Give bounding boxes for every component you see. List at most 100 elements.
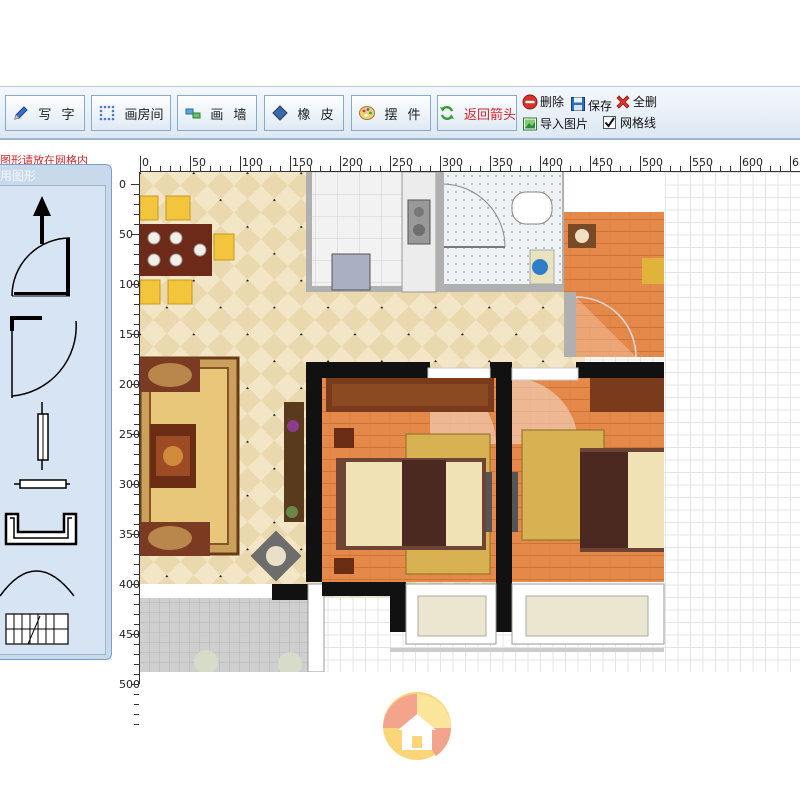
- ruler-minor-tick: [134, 624, 139, 625]
- ruler-minor-tick: [134, 454, 139, 455]
- palette-shapes: [0, 185, 106, 655]
- floppy-disk-icon: [571, 96, 585, 111]
- ruler-minor-tick: [134, 544, 139, 545]
- ruler-tick-mark: [290, 156, 291, 172]
- image-icon: [523, 117, 537, 130]
- ruler-minor-tick: [134, 474, 139, 475]
- ruler-minor-tick: [131, 434, 139, 435]
- write-text-button[interactable]: 写 字: [5, 95, 85, 131]
- draw-room-button[interactable]: 画房间: [91, 95, 171, 131]
- ruler-tick-mark: [640, 156, 641, 172]
- eraser-label: 橡 皮: [297, 107, 337, 123]
- drawing-canvas[interactable]: [140, 172, 800, 672]
- ruler-minor-tick: [134, 554, 139, 555]
- ruler-minor-tick: [134, 464, 139, 465]
- wall-corner-shape[interactable]: [10, 316, 77, 398]
- grid-lines-toggle[interactable]: 网格线: [602, 114, 656, 131]
- toolbar: 写 字 画房间 画 墙 橡 皮 摆 件 返回箭头 删除 保存 全删 导入图片 网…: [0, 86, 800, 140]
- ruler-minor-tick: [131, 534, 139, 535]
- ruler-tick-mark: [190, 156, 191, 172]
- ruler-minor-tick: [134, 564, 139, 565]
- ruler-minor-tick: [131, 284, 139, 285]
- ruler-minor-tick: [134, 514, 139, 515]
- minus-circle-icon: [522, 94, 538, 109]
- ruler-minor-tick: [134, 444, 139, 445]
- ruler-minor-tick: [131, 584, 139, 585]
- furniture-button[interactable]: 摆 件: [351, 95, 431, 131]
- ruler-minor-tick: [131, 634, 139, 635]
- door-swing-shape[interactable]: [11, 237, 71, 297]
- red-x-icon: [616, 94, 630, 109]
- floor-plan-image[interactable]: [140, 172, 800, 672]
- eraser-button[interactable]: 橡 皮: [264, 95, 344, 131]
- ruler-tick-mark: [740, 156, 741, 172]
- ruler-minor-tick: [134, 214, 139, 215]
- window-vertical-shape[interactable]: [37, 402, 49, 470]
- horizontal-ruler: 05010015020025030035040045050055060065: [140, 156, 800, 172]
- ruler-minor-tick: [134, 404, 139, 405]
- eraser-icon: [272, 105, 289, 121]
- ruler-tick-mark: [140, 156, 141, 172]
- ruler-minor-tick: [134, 614, 139, 615]
- ruler-tick-mark: [540, 156, 541, 172]
- ruler-minor-tick: [134, 194, 139, 195]
- ruler-minor-tick: [134, 344, 139, 345]
- clear-all-button[interactable]: 全删: [615, 93, 657, 110]
- draw-wall-button[interactable]: 画 墙: [177, 95, 257, 131]
- clear-all-label: 全删: [633, 95, 658, 109]
- ruler-minor-tick: [134, 504, 139, 505]
- ruler-minor-tick: [134, 424, 139, 425]
- house-logo-icon: [383, 692, 451, 760]
- ruler-minor-tick: [134, 224, 139, 225]
- ruler-minor-tick: [131, 334, 139, 335]
- ruler-minor-tick: [134, 694, 139, 695]
- ruler-top-label: 50: [192, 156, 206, 169]
- ruler-top-label: 65: [792, 156, 800, 169]
- arrow-up-shape[interactable]: [33, 196, 51, 244]
- import-image-button[interactable]: 导入图片: [522, 115, 588, 132]
- ruler-tick-mark: [690, 156, 691, 172]
- save-button[interactable]: 保存: [570, 93, 612, 114]
- back-arrow-button[interactable]: 返回箭头: [437, 95, 517, 131]
- ruler-minor-tick: [134, 354, 139, 355]
- checkbox-checked-icon[interactable]: [602, 115, 618, 131]
- ruler-minor-tick: [134, 594, 139, 595]
- palette-title: 用图形: [0, 169, 37, 183]
- ruler-tick-mark: [490, 156, 491, 172]
- ruler-minor-tick: [134, 264, 139, 265]
- ruler-minor-tick: [131, 184, 139, 185]
- ruler-tick-mark: [390, 156, 391, 172]
- delete-label: 删除: [540, 95, 565, 109]
- ruler-minor-tick: [134, 274, 139, 275]
- ruler-minor-tick: [134, 324, 139, 325]
- ruler-minor-tick: [134, 394, 139, 395]
- ruler-tick-mark: [440, 156, 441, 172]
- wall-brick-icon: [185, 108, 201, 119]
- ruler-minor-tick: [134, 294, 139, 295]
- vertical-ruler: 0 50 100 150 200 250 300 350 400 450 500: [118, 172, 140, 725]
- staircase-shape[interactable]: [5, 613, 69, 645]
- ruler-minor-tick: [134, 524, 139, 525]
- ruler-minor-tick: [134, 714, 139, 715]
- curved-arc-shape[interactable]: [0, 570, 75, 597]
- ruler-minor-tick: [134, 494, 139, 495]
- ruler-minor-tick: [134, 254, 139, 255]
- ruler-minor-tick: [134, 644, 139, 645]
- furniture-label: 摆 件: [384, 107, 424, 123]
- dotted-grid-icon: [100, 105, 115, 121]
- ruler-minor-tick: [134, 664, 139, 665]
- ruler-minor-tick: [134, 374, 139, 375]
- ruler-left-label: 0: [119, 178, 126, 191]
- ruler-tick-mark: [240, 156, 241, 172]
- ruler-minor-tick: [134, 364, 139, 365]
- delete-button[interactable]: 删除: [522, 93, 564, 110]
- grid-lines-label: 网格线: [620, 116, 657, 130]
- ruler-minor-tick: [131, 384, 139, 385]
- ruler-minor-tick: [134, 704, 139, 705]
- wall-u-channel-shape[interactable]: [4, 512, 78, 546]
- window-horizontal-shape[interactable]: [14, 479, 70, 489]
- ruler-minor-tick: [131, 484, 139, 485]
- save-label: 保存: [588, 99, 613, 113]
- write-text-label: 写 字: [38, 107, 78, 123]
- ruler-minor-tick: [134, 314, 139, 315]
